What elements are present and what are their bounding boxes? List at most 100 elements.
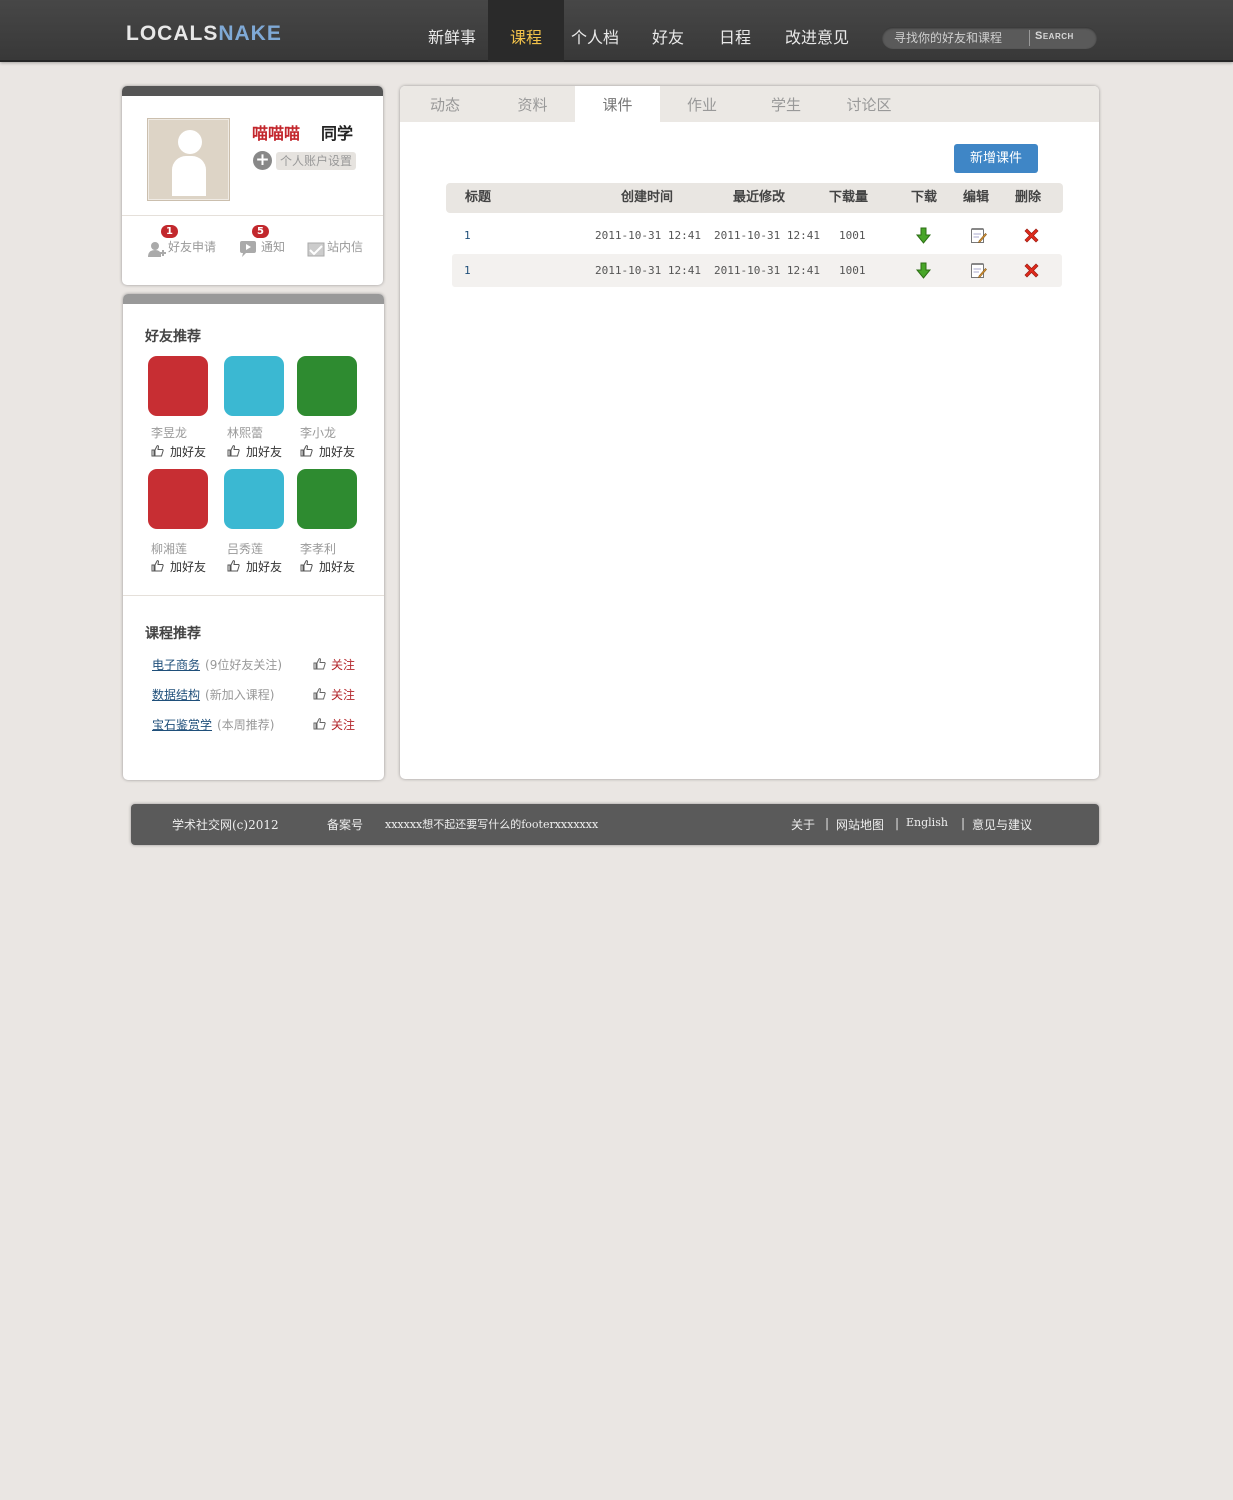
tab-discussion[interactable]: 讨论区 (828, 86, 910, 122)
course-link[interactable]: 宝石鉴赏学 (152, 718, 212, 732)
delete-x-icon[interactable] (1023, 227, 1040, 244)
edit-note-icon[interactable] (970, 262, 987, 279)
profile-card-header (122, 86, 383, 96)
friend-name[interactable]: 李昱龙 (151, 424, 187, 441)
nav-item-news[interactable]: 新鲜事 (416, 0, 488, 62)
follow-course-button[interactable]: 关注 (313, 716, 355, 733)
thumbs-up-icon (151, 560, 164, 572)
add-friend-button[interactable]: 加好友 (300, 443, 355, 460)
tab-courseware[interactable]: 课件 (575, 86, 660, 122)
nav-item-courses[interactable]: 课程 (488, 0, 564, 62)
friend-avatar[interactable] (297, 356, 357, 416)
search-input[interactable] (894, 30, 1026, 46)
course-tabs: 动态 资料 课件 作业 学生 讨论区 (400, 86, 1099, 122)
friend-name[interactable]: 柳湘莲 (151, 540, 187, 557)
follow-label: 关注 (331, 718, 356, 732)
column-header-downloads: 下载量 (829, 190, 869, 205)
add-friend-label: 加好友 (246, 445, 283, 459)
tab-info[interactable]: 资料 (490, 86, 575, 122)
add-friend-button[interactable]: 加好友 (300, 558, 355, 575)
thumbs-up-icon (300, 560, 313, 572)
footer-separator: | (825, 816, 830, 830)
download-arrow-icon[interactable] (915, 262, 932, 279)
user-role: 同学 (321, 124, 354, 143)
modified-time: 2011-10-31 12:41 (714, 229, 820, 242)
column-header-download: 下载 (911, 190, 938, 205)
friend-avatar[interactable] (148, 356, 208, 416)
add-friend-label: 加好友 (319, 445, 356, 459)
friend-avatar[interactable] (224, 469, 284, 529)
logo-text-locals: LOCALS (126, 22, 219, 45)
plus-icon[interactable]: + (253, 151, 272, 170)
search-button[interactable]: Search (1035, 30, 1074, 42)
add-friend-label: 加好友 (170, 445, 207, 459)
course-link[interactable]: 电子商务 (152, 658, 200, 672)
nav-item-schedule[interactable]: 日程 (704, 0, 766, 62)
courseware-table-header: 标题 创建时间 最近修改 下载量 下载 编辑 删除 (446, 183, 1063, 213)
course-content-panel: 动态 资料 课件 作业 学生 讨论区 新增课件 标题 创建时间 最近修改 下载量… (400, 86, 1099, 779)
friend-requests-label: 好友申请 (168, 240, 217, 254)
thumbs-up-icon (313, 718, 326, 730)
created-time: 2011-10-31 12:41 (595, 264, 701, 277)
tab-students[interactable]: 学生 (744, 86, 828, 122)
footer-link-english[interactable]: English (906, 816, 948, 829)
add-friend-button[interactable]: 加好友 (227, 443, 282, 460)
logo-text-nake: NAKE (218, 22, 282, 45)
created-time: 2011-10-31 12:41 (595, 229, 701, 242)
account-settings-link[interactable]: 个人账户设置 (276, 152, 357, 170)
friend-avatar[interactable] (297, 469, 357, 529)
nav-item-feedback[interactable]: 改进意见 (774, 0, 860, 62)
table-row: 1 2011-10-31 12:41 2011-10-31 12:41 1001 (452, 254, 1062, 287)
nav-item-friends[interactable]: 好友 (636, 0, 700, 62)
friend-name[interactable]: 李孝利 (300, 540, 336, 557)
nav-item-profile[interactable]: 个人档 (564, 0, 626, 62)
friend-name[interactable]: 吕秀莲 (227, 540, 263, 557)
add-friend-button[interactable]: 加好友 (151, 443, 206, 460)
profile-card: 喵喵喵 同学 + 个人账户设置 好友申请 1 通知 5 站内信 (122, 86, 383, 285)
avatar[interactable] (147, 118, 230, 201)
course-link[interactable]: 数据结构 (152, 688, 200, 702)
follow-course-button[interactable]: 关注 (313, 656, 355, 673)
footer-link-about[interactable]: 关于 (791, 816, 815, 833)
edit-note-icon[interactable] (970, 227, 987, 244)
download-arrow-icon[interactable] (915, 227, 932, 244)
modified-time: 2011-10-31 12:41 (714, 264, 820, 277)
add-courseware-button[interactable]: 新增课件 (954, 144, 1038, 173)
notifications-label: 通知 (261, 240, 286, 254)
search-divider (1029, 30, 1030, 46)
courseware-title[interactable]: 1 (464, 219, 471, 252)
courseware-title[interactable]: 1 (464, 254, 471, 287)
inbox-label: 站内信 (327, 240, 364, 254)
footer-link-sitemap[interactable]: 网站地图 (836, 816, 884, 833)
course-rec-item: 数据结构 (新加入课程) (152, 686, 274, 703)
table-row: 1 2011-10-31 12:41 2011-10-31 12:41 1001 (452, 219, 1062, 252)
delete-x-icon[interactable] (1023, 262, 1040, 279)
download-count: 1001 (839, 264, 866, 277)
add-friend-button[interactable]: 加好友 (227, 558, 282, 575)
follow-course-button[interactable]: 关注 (313, 686, 355, 703)
add-friend-button[interactable]: 加好友 (151, 558, 206, 575)
friend-avatar[interactable] (224, 356, 284, 416)
add-user-icon (148, 242, 166, 257)
add-friend-label: 加好友 (170, 560, 207, 574)
course-note: (本周推荐) (217, 718, 275, 732)
footer-record-label: 备案号 (327, 818, 364, 832)
top-navigation-bar: LOCALSNAKE 新鲜事 课程 个人档 好友 日程 改进意见 Search (0, 0, 1233, 62)
friend-avatar[interactable] (148, 469, 208, 529)
column-header-delete: 删除 (1015, 190, 1042, 205)
friend-name[interactable]: 林熙蕾 (227, 424, 263, 441)
footer-separator: | (961, 816, 966, 830)
tab-activity[interactable]: 动态 (400, 86, 490, 122)
footer-separator: | (895, 816, 900, 830)
course-note: (9位好友关注) (205, 658, 283, 672)
footer-link-feedback[interactable]: 意见与建议 (972, 816, 1032, 833)
friend-name[interactable]: 李小龙 (300, 424, 336, 441)
thumbs-up-icon (151, 445, 164, 457)
tab-homework[interactable]: 作业 (660, 86, 744, 122)
avatar-head-shape (178, 130, 202, 154)
footer: 学术社交网(c)2012 备案号 xxxxxx想不起还要写什么的footerxx… (131, 804, 1099, 845)
course-rec-item: 电子商务 (9位好友关注) (152, 656, 282, 673)
site-logo[interactable]: LOCALSNAKE (126, 22, 282, 46)
divider (122, 215, 383, 216)
course-note: (新加入课程) (205, 688, 275, 702)
